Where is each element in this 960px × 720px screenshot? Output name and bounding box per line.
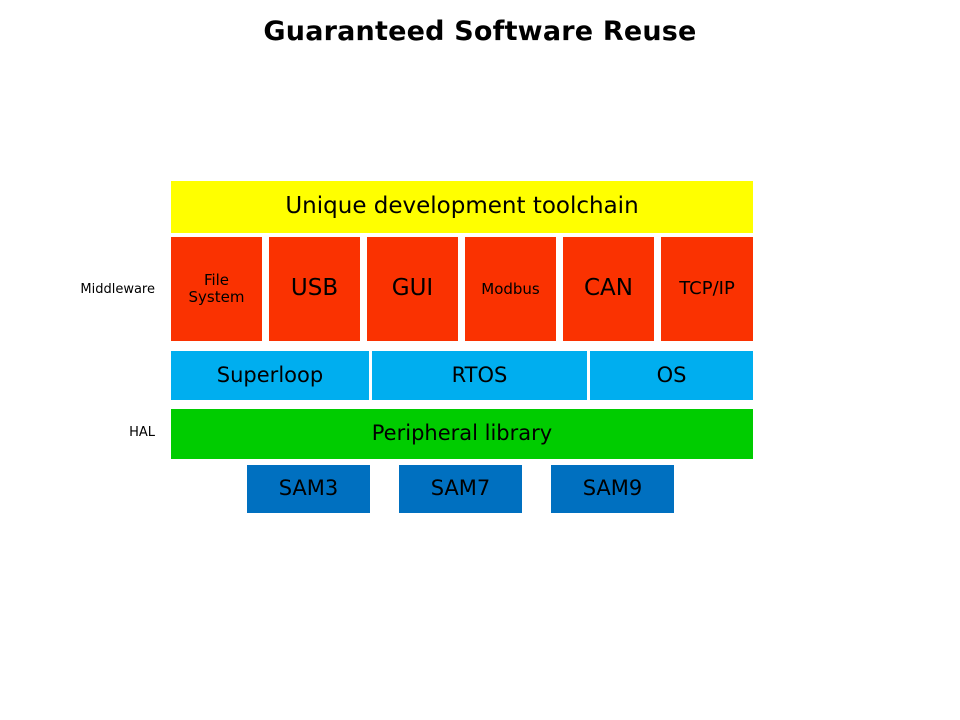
middleware-block-tcp-ip[interactable]: TCP/IP bbox=[661, 237, 753, 341]
device-block-sam7[interactable]: SAM7 bbox=[399, 465, 522, 513]
os-block-label: Superloop bbox=[216, 362, 324, 387]
middleware-block-label: Modbus bbox=[481, 279, 540, 298]
side-label-middleware: Middleware bbox=[80, 282, 155, 297]
os-block-os[interactable]: OS bbox=[590, 351, 753, 400]
slide-canvas: Guaranteed Software Reuse Unique develop… bbox=[0, 0, 960, 720]
middleware-block-label: TCP/IP bbox=[679, 277, 735, 299]
middleware-block-modbus[interactable]: Modbus bbox=[465, 237, 556, 341]
middleware-block-file-system[interactable]: File System bbox=[171, 237, 262, 341]
device-block-sam9[interactable]: SAM9 bbox=[551, 465, 674, 513]
layer-hal-label: Peripheral library bbox=[371, 421, 553, 446]
page-title: Guaranteed Software Reuse bbox=[263, 16, 697, 47]
layer-toolchain-label: Unique development toolchain bbox=[285, 193, 639, 220]
layer-toolchain[interactable]: Unique development toolchain bbox=[171, 181, 753, 233]
side-label-hal: HAL bbox=[129, 425, 155, 440]
device-block-label: SAM9 bbox=[582, 476, 643, 501]
middleware-block-label: CAN bbox=[584, 275, 633, 302]
middleware-block-label: USB bbox=[290, 275, 339, 302]
os-block-superloop[interactable]: Superloop bbox=[171, 351, 369, 400]
middleware-block-label: GUI bbox=[391, 275, 434, 302]
layer-hal[interactable]: Peripheral library bbox=[171, 409, 753, 459]
os-block-label: RTOS bbox=[451, 362, 508, 387]
middleware-block-can[interactable]: CAN bbox=[563, 237, 654, 341]
middleware-block-gui[interactable]: GUI bbox=[367, 237, 458, 341]
device-block-label: SAM3 bbox=[278, 476, 339, 501]
device-block-sam3[interactable]: SAM3 bbox=[247, 465, 370, 513]
os-block-label: OS bbox=[656, 362, 687, 387]
middleware-block-label: File System bbox=[188, 271, 245, 306]
middleware-block-usb[interactable]: USB bbox=[269, 237, 360, 341]
os-block-rtos[interactable]: RTOS bbox=[372, 351, 587, 400]
device-block-label: SAM7 bbox=[430, 476, 491, 501]
